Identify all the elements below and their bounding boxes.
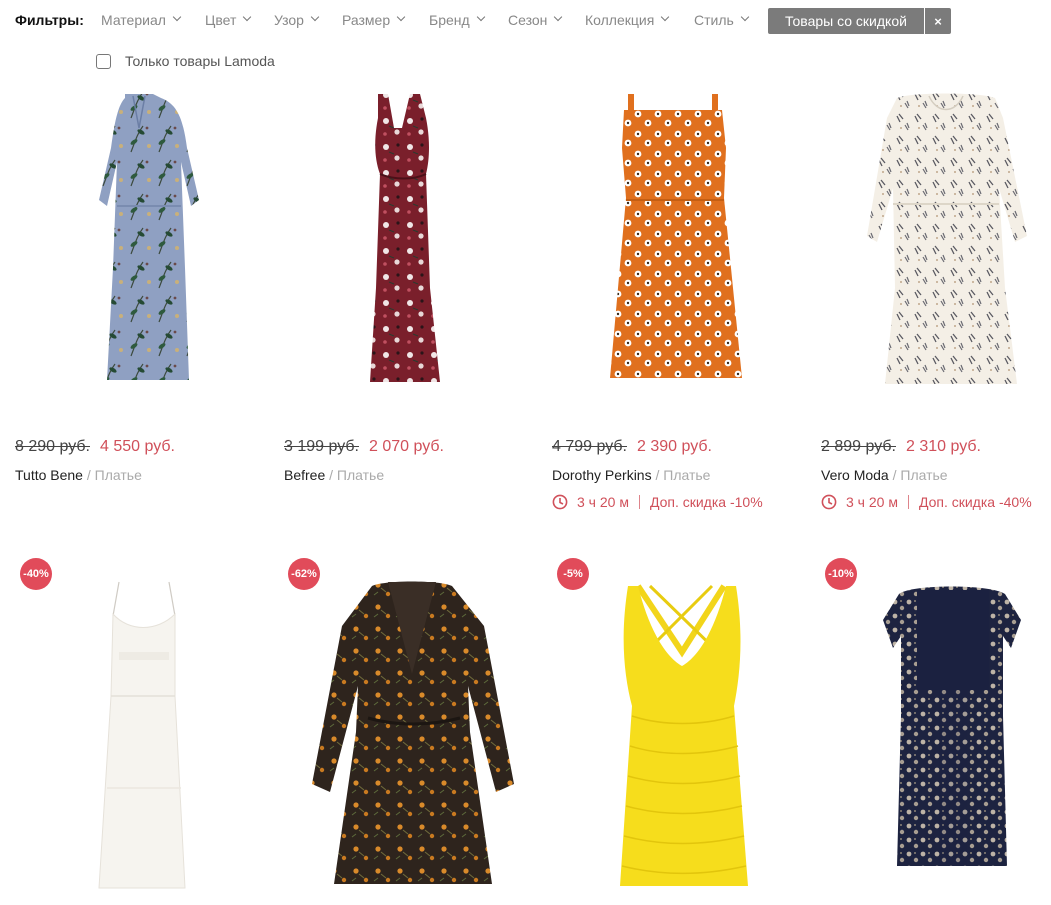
divider: [638, 495, 640, 509]
product-image[interactable]: [284, 88, 539, 398]
product-category: Платье: [663, 467, 711, 483]
filter-material[interactable]: Материал: [101, 12, 182, 28]
clock-icon: [821, 494, 837, 510]
filter-collection[interactable]: Коллекция: [585, 12, 670, 28]
price-block: 3 199 руб. 2 070 руб.: [284, 438, 444, 456]
filter-style[interactable]: Стиль: [694, 12, 750, 28]
promo-line: 3 ч 20 м Доп. скидка -40%: [821, 494, 1032, 510]
product-category: Платье: [94, 467, 142, 483]
chevron-down-icon: [661, 12, 670, 22]
discount-badge: -10%: [825, 558, 857, 590]
chevron-down-icon: [740, 12, 750, 22]
title-separator: /: [888, 467, 901, 483]
new-price: 2 310 руб.: [906, 438, 981, 455]
product-title: Befree / Платье: [284, 467, 384, 483]
checkbox[interactable]: [96, 53, 111, 69]
filter-label: Сезон: [508, 12, 548, 28]
new-price: 2 390 руб.: [637, 438, 712, 455]
discount-badge: -5%: [557, 558, 589, 590]
filter-label: Цвет: [205, 12, 237, 28]
filter-pattern[interactable]: Узор: [274, 12, 320, 28]
old-price: 3 199 руб.: [284, 438, 359, 455]
title-separator: /: [325, 467, 337, 483]
only-lamoda-label: Только товары Lamoda: [125, 53, 275, 69]
product-image[interactable]: [15, 556, 270, 905]
timer-text: 3 ч 20 м: [577, 494, 629, 510]
chevron-down-icon: [310, 12, 320, 22]
product-image[interactable]: [552, 88, 807, 398]
brand-name[interactable]: Befree: [284, 467, 325, 483]
discount-badge: -62%: [288, 558, 320, 590]
discount-badge: -40%: [20, 558, 52, 590]
chevron-down-icon: [554, 12, 563, 22]
title-separator: /: [82, 467, 95, 483]
discount-filter-chip[interactable]: Товары со скидкой: [768, 8, 924, 34]
price-block: 8 290 руб. 4 550 руб.: [15, 438, 175, 456]
old-price: 8 290 руб.: [15, 438, 90, 455]
filter-label: Размер: [342, 12, 391, 28]
filter-label: Коллекция: [585, 12, 655, 28]
filter-label: Бренд: [429, 12, 470, 28]
filter-brand[interactable]: Бренд: [429, 12, 485, 28]
old-price: 2 899 руб.: [821, 438, 896, 455]
product-image[interactable]: [821, 88, 1051, 398]
brand-name[interactable]: Vero Moda: [821, 467, 889, 483]
new-price: 2 070 руб.: [369, 438, 444, 455]
divider: [907, 495, 909, 509]
new-price: 4 550 руб.: [100, 438, 175, 455]
filter-label: Стиль: [694, 12, 734, 28]
title-separator: /: [651, 467, 664, 483]
brand-name[interactable]: Dorothy Perkins: [552, 467, 652, 483]
price-block: 2 899 руб. 2 310 руб.: [821, 438, 981, 456]
product-category: Платье: [900, 467, 948, 483]
extra-discount: Доп. скидка -10%: [649, 494, 763, 510]
filter-label: Материал: [101, 12, 166, 28]
old-price: 4 799 руб.: [552, 438, 627, 455]
filter-season[interactable]: Сезон: [508, 12, 563, 28]
product-category: Платье: [336, 467, 385, 483]
filter-color[interactable]: Цвет: [205, 12, 252, 28]
product-title: Dorothy Perkins / Платье: [552, 467, 710, 483]
product-image[interactable]: [284, 556, 539, 905]
filter-size[interactable]: Размер: [342, 12, 406, 28]
product-title: Vero Moda / Платье: [821, 467, 948, 483]
extra-discount: Доп. скидка -40%: [918, 494, 1032, 510]
brand-name[interactable]: Tutto Bene: [15, 467, 83, 483]
promo-line: 3 ч 20 м Доп. скидка -10%: [552, 494, 763, 510]
filter-label: Узор: [274, 12, 304, 28]
close-icon[interactable]: ×: [925, 8, 951, 34]
product-title: Tutto Bene / Платье: [15, 467, 142, 483]
clock-icon: [552, 494, 568, 510]
filter-bar: Фильтры: Материал Цвет Узор Размер Бренд…: [0, 0, 1051, 44]
product-image[interactable]: [552, 556, 807, 905]
chevron-down-icon: [476, 12, 485, 22]
product-image[interactable]: [821, 556, 1051, 905]
product-image[interactable]: [15, 88, 270, 398]
only-lamoda-checkbox[interactable]: Только товары Lamoda: [96, 53, 275, 69]
chevron-down-icon: [243, 12, 252, 22]
price-block: 4 799 руб. 2 390 руб.: [552, 438, 712, 456]
filters-label: Фильтры:: [15, 12, 84, 28]
timer-text: 3 ч 20 м: [846, 494, 898, 510]
chevron-down-icon: [172, 12, 182, 22]
chevron-down-icon: [396, 12, 406, 22]
